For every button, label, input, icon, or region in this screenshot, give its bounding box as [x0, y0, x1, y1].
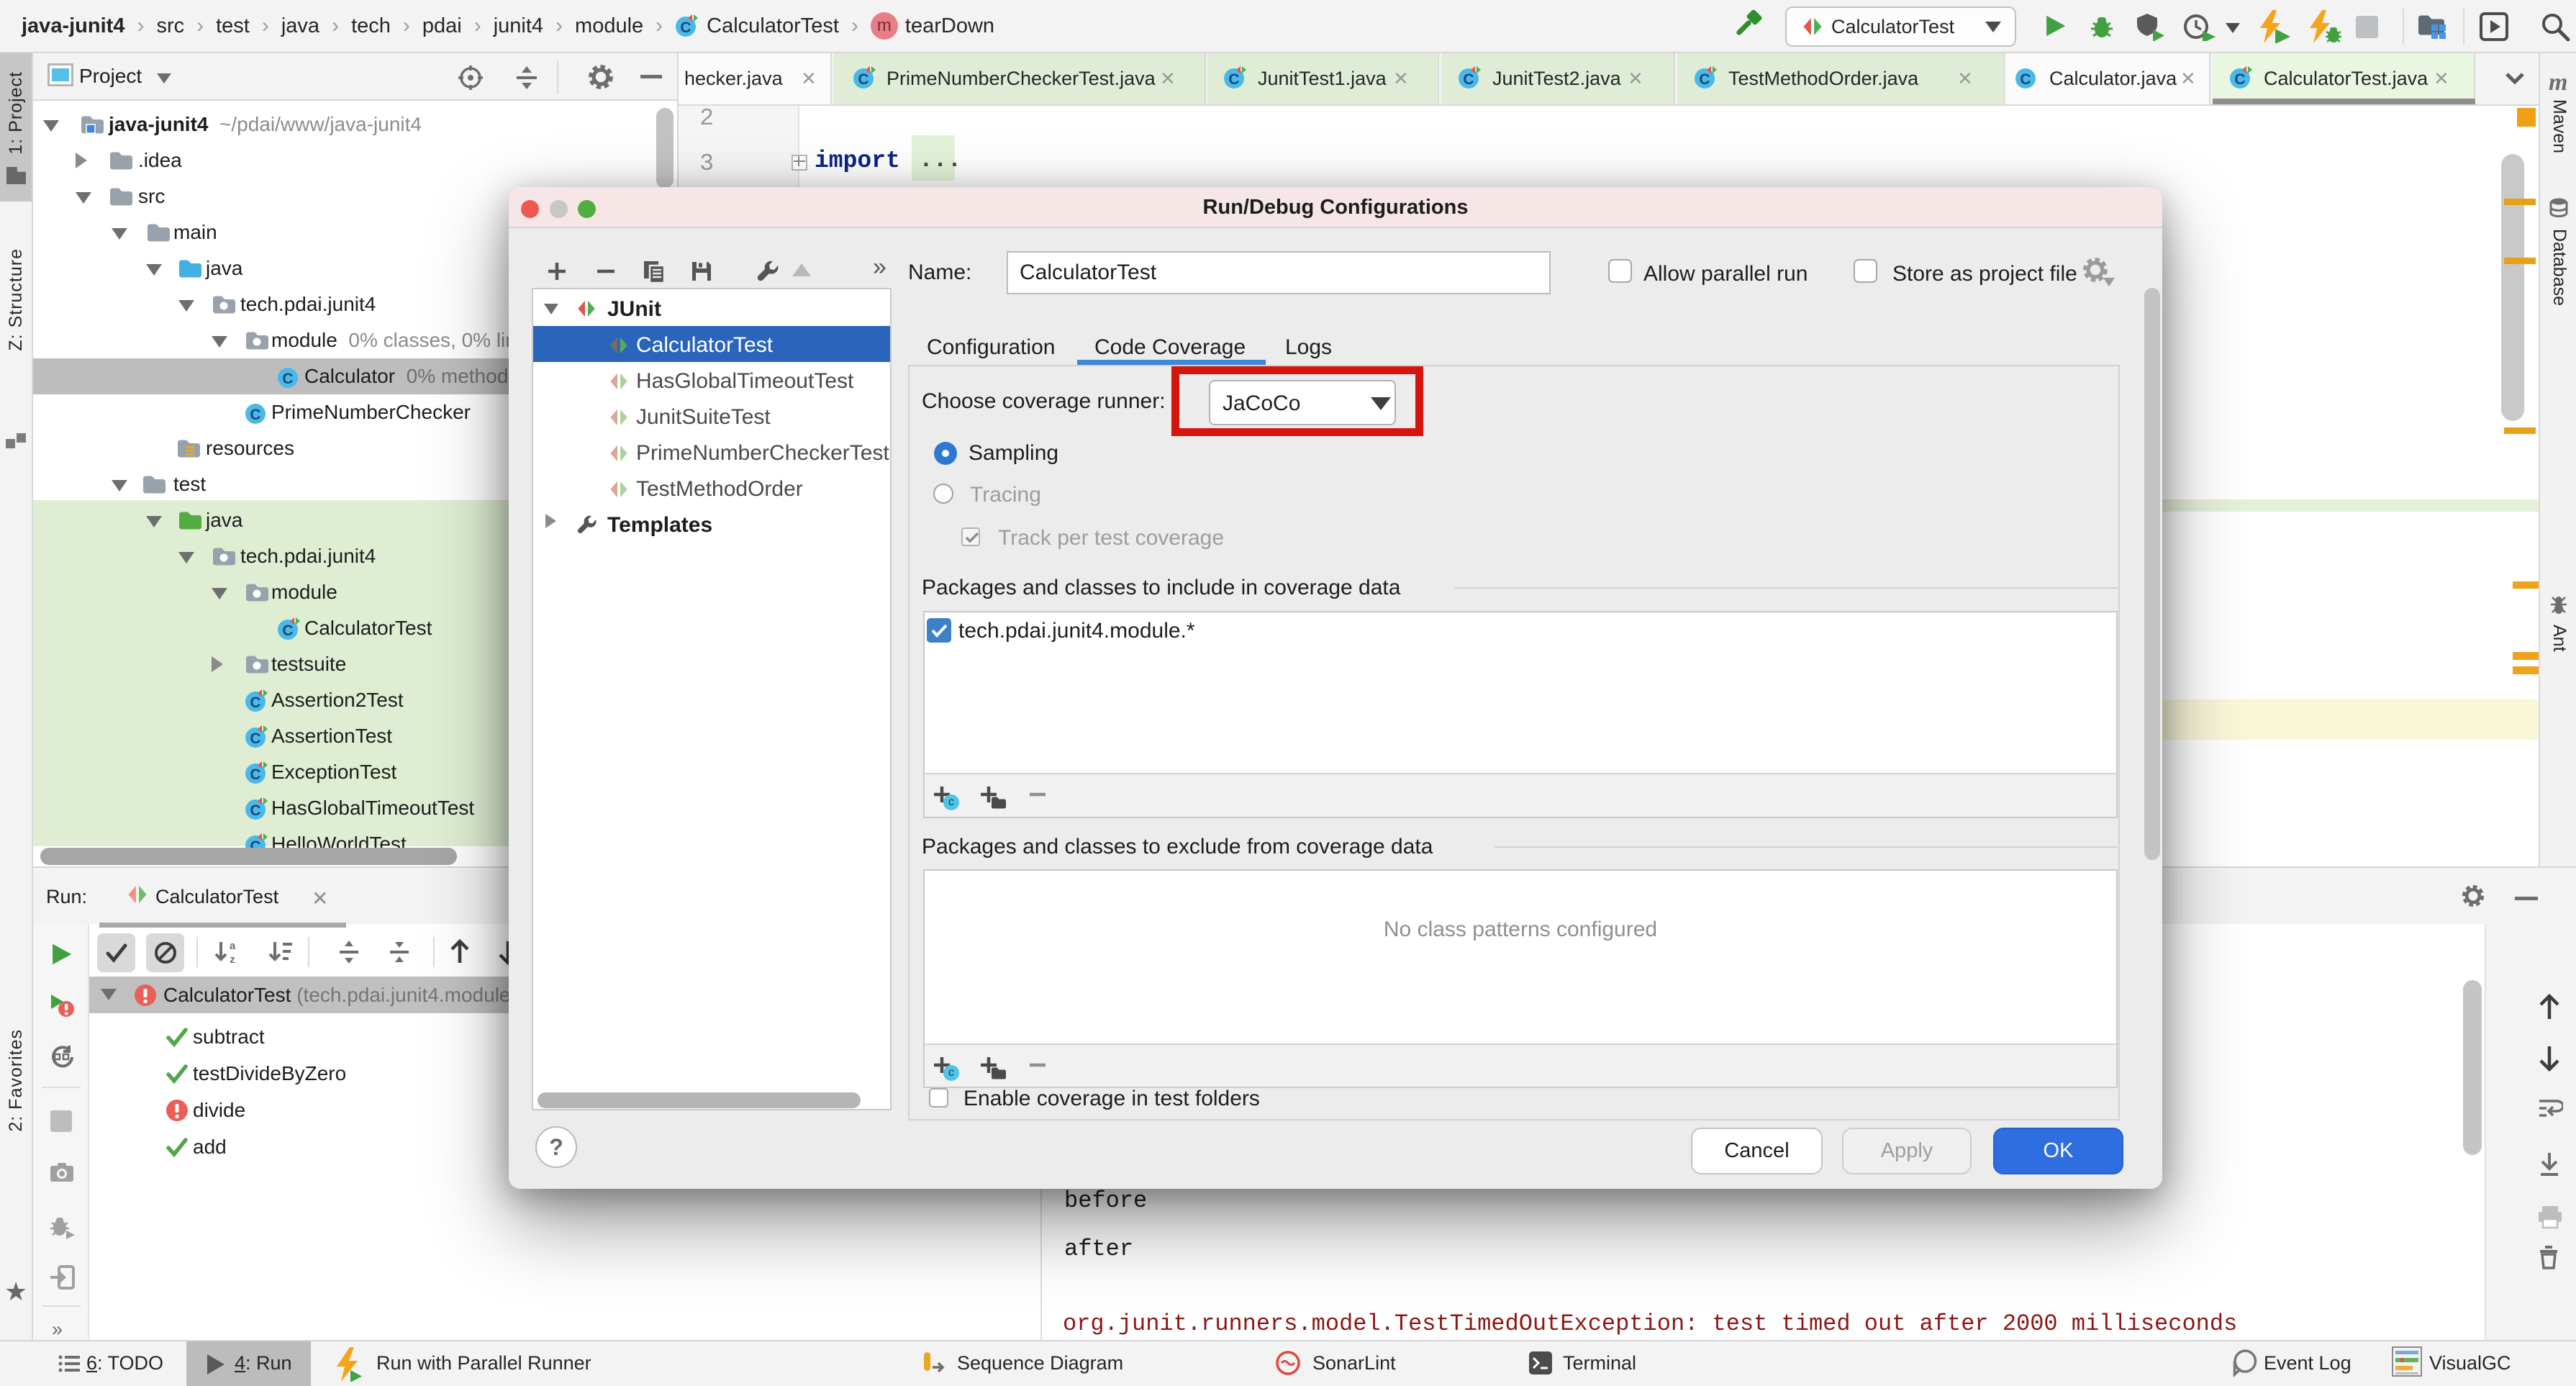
svg-text:C: C — [250, 407, 260, 423]
svg-text:C: C — [681, 19, 691, 36]
svg-text:C: C — [1228, 71, 1239, 88]
svg-text:C: C — [282, 371, 293, 387]
svg-text:C: C — [1699, 71, 1710, 88]
svg-text:C: C — [250, 730, 260, 747]
svg-text:C: C — [250, 766, 260, 783]
svg-text:a: a — [230, 940, 236, 952]
svg-text:C: C — [2020, 71, 2031, 88]
svg-text:C: C — [250, 802, 260, 819]
svg-text:C: C — [250, 694, 260, 711]
svg-text:C: C — [1463, 71, 1474, 88]
svg-text:C: C — [282, 622, 293, 639]
svg-text:z: z — [230, 954, 235, 965]
svg-text:C: C — [2234, 71, 2245, 88]
svg-text:C: C — [858, 71, 869, 88]
